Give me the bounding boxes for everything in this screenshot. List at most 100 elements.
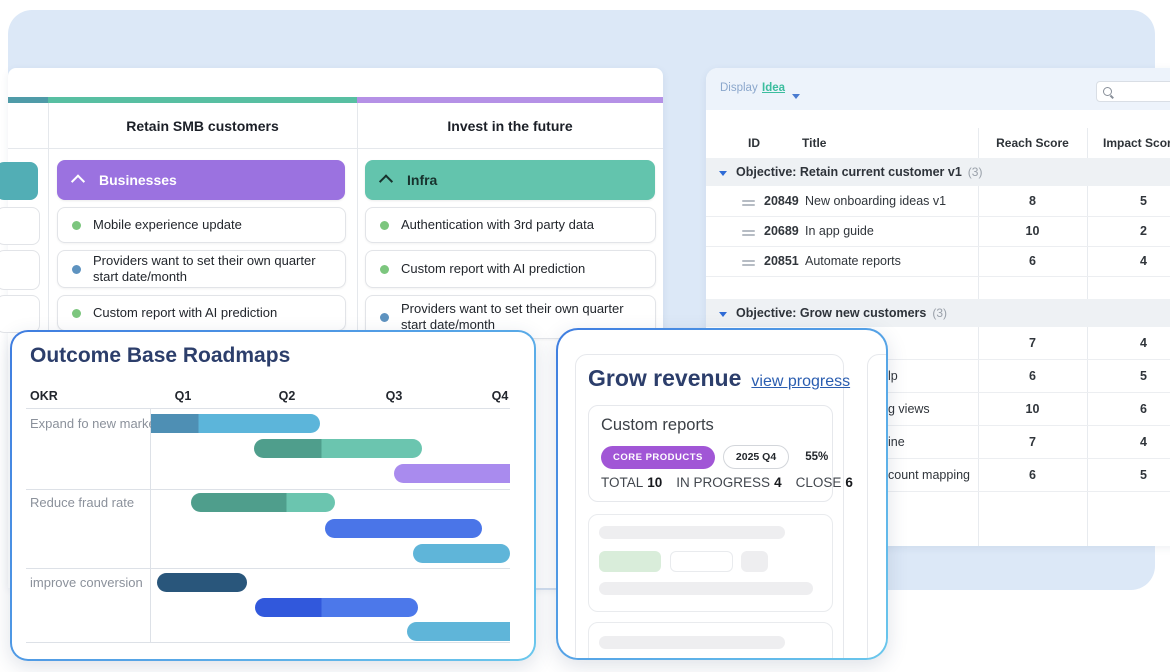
next-objective-card[interactable] bbox=[867, 354, 886, 658]
objective-count: (3) bbox=[967, 165, 983, 179]
key-result-card[interactable]: Custom reports CORE PRODUCTS 2025 Q4 55%… bbox=[588, 405, 853, 502]
gantt-bar[interactable] bbox=[324, 519, 483, 538]
col-header-title[interactable]: Title bbox=[802, 136, 826, 150]
okr-column-header: OKR bbox=[30, 389, 58, 403]
gantt-bar[interactable] bbox=[150, 414, 321, 433]
drag-handle-icon[interactable] bbox=[742, 228, 755, 238]
gantt-bar[interactable] bbox=[255, 598, 419, 617]
table-row[interactable]: 20689 In app guide 10 2 bbox=[706, 217, 1170, 247]
skeleton-pill-green bbox=[599, 551, 661, 572]
partial-card[interactable] bbox=[0, 250, 40, 290]
partial-group-header[interactable] bbox=[0, 162, 38, 200]
idea-card[interactable]: Authentication with 3rd party data bbox=[365, 207, 656, 243]
col-header-id[interactable]: ID bbox=[748, 136, 760, 150]
gantt-bar[interactable] bbox=[412, 544, 510, 563]
quarter-header-q2: Q2 bbox=[278, 389, 296, 403]
skeleton-bar bbox=[599, 582, 813, 595]
idea-card-text: Authentication with 3rd party data bbox=[401, 216, 594, 232]
objective-title: Grow revenue view progress bbox=[588, 365, 850, 392]
row-divider bbox=[26, 642, 510, 643]
idea-card-text: Custom report with AI prediction bbox=[93, 304, 278, 320]
impact-score: 5 bbox=[1140, 194, 1147, 208]
search-input[interactable] bbox=[1117, 84, 1170, 99]
search-box[interactable] bbox=[1096, 81, 1170, 102]
view-progress-link[interactable]: view progress bbox=[751, 373, 850, 390]
reach-score: 6 bbox=[1029, 369, 1036, 383]
idea-card[interactable]: Mobile experience update bbox=[57, 207, 346, 243]
skeleton-card bbox=[588, 514, 833, 612]
table-header-row: ID Title Reach Score Impact Score bbox=[706, 128, 1170, 158]
okr-progress-card: Grow revenue view progress Custom reports… bbox=[556, 328, 888, 660]
drag-handle-icon[interactable] bbox=[742, 258, 755, 268]
objective-label: Objective: Grow new customers bbox=[736, 306, 927, 320]
idea-id-link[interactable]: 20851 bbox=[764, 254, 799, 268]
gantt-bar[interactable] bbox=[254, 439, 422, 458]
display-label: Display bbox=[720, 82, 758, 94]
skeleton-bar bbox=[599, 526, 785, 539]
idea-title-fragment: count mapping bbox=[888, 468, 971, 482]
partial-card[interactable] bbox=[0, 295, 40, 333]
core-products-badge: CORE PRODUCTS bbox=[601, 445, 715, 469]
collapse-icon[interactable] bbox=[378, 174, 394, 189]
axis-line bbox=[150, 408, 151, 642]
status-dot-icon bbox=[72, 264, 81, 274]
badge-row: CORE PRODUCTS 2025 Q4 55% bbox=[601, 445, 828, 469]
status-dot-icon bbox=[380, 312, 389, 322]
row-divider bbox=[26, 489, 510, 490]
stat-close: CLOSE 6 bbox=[795, 475, 853, 490]
objective-group-row[interactable]: Objective: Grow new customers (3) bbox=[706, 299, 1170, 327]
gantt-bar[interactable] bbox=[407, 622, 510, 641]
col-header-impact[interactable]: Impact Score bbox=[1103, 136, 1170, 150]
gantt-bar[interactable] bbox=[191, 493, 336, 512]
group-label: Infra bbox=[407, 172, 438, 188]
quarter-header-q3: Q3 bbox=[385, 389, 403, 403]
idea-card-text: Mobile experience update bbox=[93, 216, 242, 232]
objective-group-row[interactable]: Objective: Retain current customer v1 (3… bbox=[706, 158, 1170, 186]
objective-label: Objective: Retain current customer v1 bbox=[736, 165, 962, 179]
chevron-down-icon[interactable] bbox=[719, 304, 727, 322]
partial-card[interactable] bbox=[0, 207, 40, 245]
roadmap-title: Outcome Base Roadmaps bbox=[30, 344, 291, 367]
reach-score: 8 bbox=[1029, 194, 1036, 208]
column-title-invest-future: Invest in the future bbox=[447, 117, 573, 134]
idea-id-link[interactable]: 20849 bbox=[764, 194, 799, 208]
strip-left bbox=[8, 97, 48, 103]
impact-score: 4 bbox=[1140, 336, 1147, 350]
progress-percent: 55% bbox=[805, 451, 829, 463]
reach-score: 6 bbox=[1029, 254, 1036, 268]
status-dot-icon bbox=[380, 264, 389, 274]
idea-card[interactable]: Custom report with AI prediction bbox=[365, 250, 656, 288]
group-header-infra[interactable]: Infra bbox=[365, 160, 655, 200]
status-dot-icon bbox=[72, 220, 81, 230]
idea-card[interactable]: Providers want to set their own quarter … bbox=[57, 250, 346, 288]
group-header-businesses[interactable]: Businesses bbox=[57, 160, 345, 200]
chevron-down-icon[interactable] bbox=[792, 86, 800, 104]
stats-row: TOTAL 10 IN PROGRESS 4 CLOSE 6 bbox=[601, 475, 867, 490]
stat-in-progress: IN PROGRESS 4 bbox=[676, 475, 782, 490]
search-icon bbox=[1103, 87, 1112, 96]
reach-score: 7 bbox=[1029, 435, 1036, 449]
okr-row-label: Expand fo new market bbox=[30, 416, 160, 431]
stat-total: TOTAL 10 bbox=[601, 475, 663, 490]
status-dot-icon bbox=[380, 220, 389, 230]
table-row[interactable]: 20851 Automate reports 6 4 bbox=[706, 247, 1170, 277]
drag-handle-icon[interactable] bbox=[742, 198, 755, 208]
idea-title-fragment: lp bbox=[888, 369, 898, 383]
col-header-reach[interactable]: Reach Score bbox=[978, 136, 1087, 150]
gantt-bar[interactable] bbox=[157, 573, 248, 592]
idea-card[interactable]: Custom report with AI prediction bbox=[57, 295, 346, 331]
chevron-down-icon[interactable] bbox=[719, 163, 727, 181]
impact-score: 6 bbox=[1140, 402, 1147, 416]
collapse-icon[interactable] bbox=[70, 174, 86, 189]
okr-row-label: improve conversion bbox=[30, 575, 143, 590]
impact-score: 4 bbox=[1140, 254, 1147, 268]
idea-id-link[interactable]: 20689 bbox=[764, 224, 799, 238]
skeleton-pill-gray bbox=[741, 551, 768, 572]
gantt-bar[interactable] bbox=[393, 464, 510, 483]
key-result-title: Custom reports bbox=[601, 416, 714, 434]
idea-card-text: Custom report with AI prediction bbox=[401, 260, 586, 276]
objective-card: Grow revenue view progress Custom reports… bbox=[575, 354, 853, 658]
table-row[interactable]: 20849 New onboarding ideas v1 8 5 bbox=[706, 186, 1170, 217]
idea-card-text: Providers want to set their own quarter … bbox=[93, 252, 316, 284]
display-dropdown[interactable]: Idea bbox=[762, 82, 785, 94]
